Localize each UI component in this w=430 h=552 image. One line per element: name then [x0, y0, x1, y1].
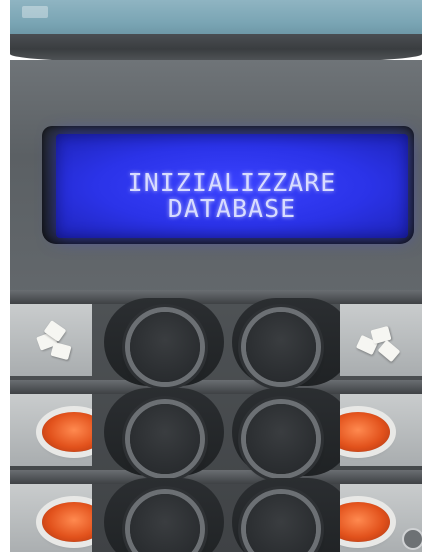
cup-icon	[340, 412, 390, 452]
cup-icon	[42, 412, 92, 452]
selection-button-1[interactable]	[130, 312, 200, 382]
cup-icon	[42, 502, 92, 542]
selection-button-4[interactable]	[246, 404, 316, 474]
selection-tile-left-1	[10, 304, 92, 376]
corner-badge	[402, 528, 422, 550]
rail	[10, 470, 422, 484]
sugar-icon	[50, 341, 72, 361]
cup-icon	[340, 502, 390, 542]
logo-mark	[22, 6, 48, 18]
rail	[10, 380, 422, 394]
selection-button-2[interactable]	[246, 312, 316, 382]
selection-button-3[interactable]	[130, 404, 200, 474]
lcd-line-2: DATABASE	[167, 194, 297, 223]
selection-tile-right-2	[340, 394, 422, 466]
lcd-line-1: INIZIALIZZARE	[127, 168, 337, 197]
machine-top-strip	[10, 0, 422, 38]
selection-tile-right-1	[340, 304, 422, 376]
rail	[10, 290, 422, 304]
sugar-icon	[377, 339, 401, 363]
vending-machine-photo: INIZIALIZZARE DATABASE	[10, 0, 422, 552]
selection-tile-left-2	[10, 394, 92, 466]
lcd-display: INIZIALIZZARE DATABASE	[56, 134, 408, 238]
selection-tile-left-3	[10, 484, 92, 552]
